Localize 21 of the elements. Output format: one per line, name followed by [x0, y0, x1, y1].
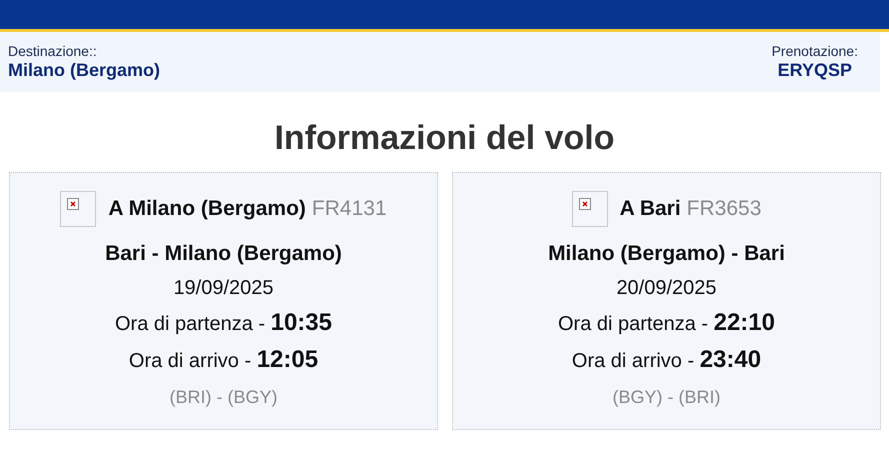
flight-heading: A Milano (Bergamo)	[108, 196, 306, 222]
booking-label: Prenotazione:	[772, 43, 858, 59]
broken-image-icon	[572, 191, 608, 227]
flight-number: FR3653	[686, 196, 762, 222]
destination-label: Destinazione::	[8, 43, 98, 59]
airport-codes: (BRI) - (BGY)	[170, 386, 278, 409]
flight-number: FR4131	[312, 196, 387, 222]
route-text: Bari - Milano (Bergamo)	[105, 241, 342, 267]
departure-time: Ora di partenza - 22:10	[558, 308, 775, 338]
broken-image-icon	[60, 191, 96, 227]
arrival-time: Ora di arrivo - 23:40	[572, 345, 762, 375]
date-text: 20/09/2025	[616, 276, 717, 301]
booking-code: ERYQSP	[778, 59, 852, 81]
airport-codes: (BGY) - (BRI)	[612, 386, 720, 409]
departure-time: Ora di partenza - 10:35	[114, 308, 332, 338]
arrival-time: Ora di arrivo - 12:05	[128, 345, 318, 375]
date-text: 19/09/2025	[173, 276, 274, 301]
page-title: Informazioni del volo	[273, 118, 616, 159]
route-text: Milano (Bergamo) - Bari	[548, 241, 785, 267]
destination-value: Milano (Bergamo)	[8, 59, 160, 81]
flight-heading: A Bari	[620, 196, 681, 222]
